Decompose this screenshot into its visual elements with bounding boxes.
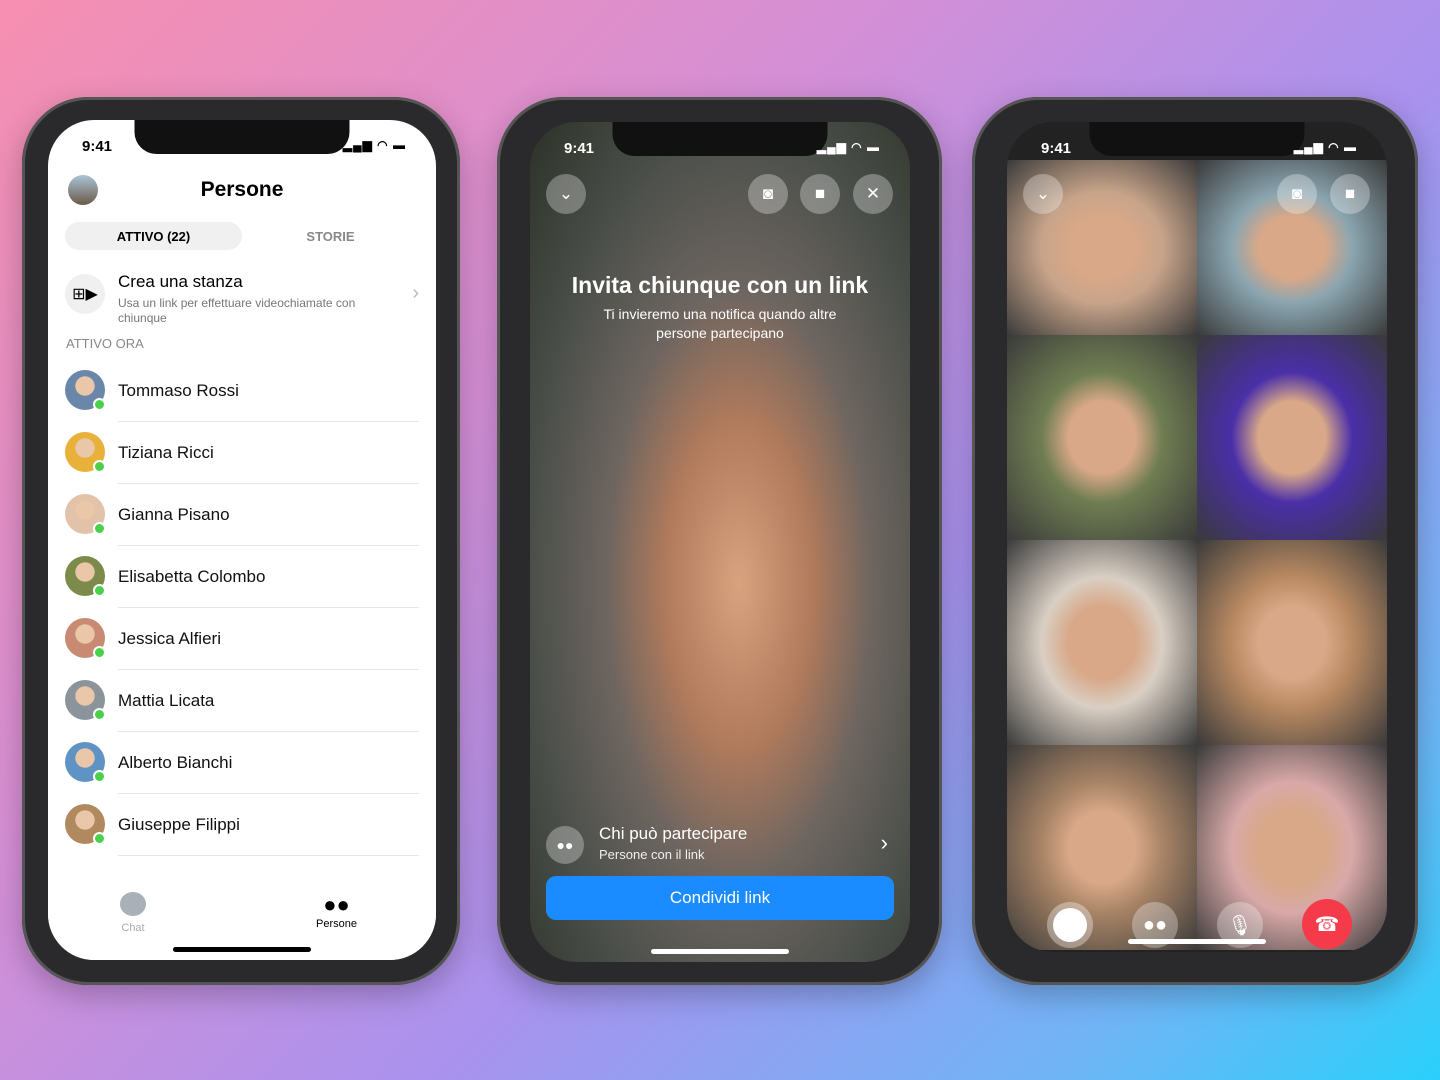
tab-active[interactable]: ATTIVO (22) bbox=[65, 222, 242, 250]
end-call-button[interactable]: ☎ bbox=[1302, 899, 1352, 949]
participant-video-tile[interactable] bbox=[1197, 540, 1387, 745]
tab-bar: Chat ●● Persone bbox=[48, 870, 436, 960]
tab-people-label: Persone bbox=[316, 918, 357, 930]
contact-row[interactable]: Gianna Pisano bbox=[65, 484, 419, 546]
who-can-join-item[interactable]: ●● Chi può partecipare Persone con il li… bbox=[546, 822, 894, 868]
tab-chat-label: Chat bbox=[121, 922, 145, 934]
people-icon: ●● bbox=[323, 892, 350, 917]
room-title: Crea una stanza bbox=[118, 272, 243, 291]
contact-name: Mattia Licata bbox=[118, 691, 215, 710]
phone-people: 9:41 ▂▄▆ ◠ ▬ Persone ATTIVO (22) STORIE … bbox=[22, 97, 460, 985]
collapse-button[interactable]: ⌄ bbox=[1023, 174, 1063, 214]
contact-row[interactable]: Mattia Licata bbox=[65, 670, 419, 732]
online-indicator bbox=[93, 646, 106, 659]
signal-wifi-battery-icon: ▂▄▆ ◠ ▬ bbox=[1293, 140, 1357, 154]
flip-camera-button[interactable]: ◙ bbox=[748, 174, 788, 214]
chevron-right-icon: › bbox=[880, 830, 888, 855]
microphone-icon: 🎙 bbox=[1227, 914, 1253, 937]
who-title: Chi può partecipare bbox=[599, 824, 748, 843]
people-icon: ●● bbox=[546, 826, 584, 864]
phone-hangup-icon: ☎ bbox=[1314, 913, 1340, 936]
contact-row[interactable]: Alberto Bianchi bbox=[65, 732, 419, 794]
tab-stories[interactable]: STORIE bbox=[242, 222, 419, 250]
group-call-screen: 9:41 ▂▄▆ ◠ ▬ ⌄ ◙ ■ ●● 🎙 ☎ bbox=[1007, 122, 1387, 952]
chevron-down-icon: ⌄ bbox=[1035, 184, 1051, 203]
status-time: 9:41 bbox=[564, 140, 595, 157]
home-indicator bbox=[1128, 939, 1266, 944]
contact-row[interactable]: Jessica Alfieri bbox=[65, 608, 419, 670]
share-link-button[interactable]: Condividi link bbox=[546, 876, 894, 920]
page-title: Persone bbox=[200, 178, 284, 201]
flip-camera-button[interactable]: ◙ bbox=[1277, 174, 1317, 214]
contact-name: Giuseppe Filippi bbox=[118, 815, 240, 834]
contact-row[interactable]: Elisabetta Colombo bbox=[65, 546, 419, 608]
chevron-down-icon: ⌄ bbox=[558, 184, 574, 203]
create-room-item[interactable]: ⊞▶ Crea una stanza Usa un link per effet… bbox=[65, 270, 419, 330]
participant-video-tile[interactable] bbox=[1007, 540, 1197, 745]
status-time: 9:41 bbox=[1041, 140, 1072, 157]
shutter-icon bbox=[1053, 908, 1087, 942]
contact-name: Elisabetta Colombo bbox=[118, 567, 266, 586]
people-screen: 9:41 ▂▄▆ ◠ ▬ Persone ATTIVO (22) STORIE … bbox=[48, 120, 436, 960]
invite-text: Invita chiunque con un link Ti invieremo… bbox=[530, 272, 910, 343]
status-bar: 9:41 ▂▄▆ ◠ ▬ bbox=[82, 138, 406, 155]
video-camera-icon: ■ bbox=[814, 184, 826, 203]
participant-video-tile[interactable] bbox=[1007, 335, 1197, 540]
contact-row[interactable]: Giuseppe Filippi bbox=[65, 794, 419, 856]
online-indicator bbox=[93, 584, 106, 597]
people-icon: ●● bbox=[1142, 913, 1168, 936]
online-indicator bbox=[93, 398, 106, 411]
participant-video-tile[interactable] bbox=[1197, 335, 1387, 540]
divider bbox=[118, 855, 419, 856]
contact-name: Tommaso Rossi bbox=[118, 381, 239, 400]
capture-button[interactable] bbox=[1047, 902, 1093, 948]
status-time: 9:41 bbox=[82, 138, 113, 155]
video-camera-icon: ■ bbox=[1344, 184, 1356, 203]
contact-name: Alberto Bianchi bbox=[118, 753, 233, 772]
invite-screen: 9:41 ▂▄▆ ◠ ▬ ⌄ ◙ ■ ✕ Invita chiunque con… bbox=[530, 122, 910, 962]
contact-row[interactable]: Tiziana Ricci bbox=[65, 422, 419, 484]
tab-chat[interactable]: Chat bbox=[120, 892, 146, 934]
contact-row[interactable]: Tommaso Rossi bbox=[65, 360, 419, 422]
signal-wifi-battery-icon: ▂▄▆ ◠ ▬ bbox=[816, 140, 880, 154]
online-indicator bbox=[93, 522, 106, 535]
online-indicator bbox=[93, 708, 106, 721]
tab-people[interactable]: ●● Persone bbox=[316, 892, 357, 930]
section-label: ATTIVO ORA bbox=[66, 336, 144, 351]
phone-invite: 9:41 ▂▄▆ ◠ ▬ ⌄ ◙ ■ ✕ Invita chiunque con… bbox=[497, 97, 942, 985]
close-icon: ✕ bbox=[865, 184, 881, 203]
status-bar: 9:41 ▂▄▆ ◠ ▬ bbox=[1041, 140, 1357, 157]
phone-group-call: 9:41 ▂▄▆ ◠ ▬ ⌄ ◙ ■ ●● 🎙 ☎ bbox=[972, 97, 1418, 985]
video-button[interactable]: ■ bbox=[1330, 174, 1370, 214]
online-indicator bbox=[93, 832, 106, 845]
invite-subheading: Ti invieremo una notifica quando altre p… bbox=[603, 306, 837, 341]
online-indicator bbox=[93, 460, 106, 473]
home-indicator bbox=[173, 947, 311, 952]
collapse-button[interactable]: ⌄ bbox=[546, 174, 586, 214]
contact-name: Gianna Pisano bbox=[118, 505, 230, 524]
camera-flip-icon: ◙ bbox=[762, 184, 774, 203]
contact-name: Tiziana Ricci bbox=[118, 443, 214, 462]
contact-name: Jessica Alfieri bbox=[118, 629, 221, 648]
tabs: ATTIVO (22) STORIE bbox=[65, 222, 419, 250]
status-bar: 9:41 ▂▄▆ ◠ ▬ bbox=[564, 140, 880, 157]
room-desc: Usa un link per effettuare videochiamate… bbox=[118, 296, 356, 325]
invite-heading: Invita chiunque con un link bbox=[571, 272, 869, 298]
signal-wifi-battery-icon: ▂▄▆ ◠ ▬ bbox=[342, 138, 406, 152]
online-indicator bbox=[93, 770, 106, 783]
chevron-right-icon: › bbox=[412, 282, 419, 304]
home-indicator bbox=[651, 949, 789, 954]
video-plus-icon: ⊞▶ bbox=[65, 274, 105, 314]
camera-flip-icon: ◙ bbox=[1291, 184, 1303, 203]
chat-bubble-icon bbox=[120, 892, 146, 916]
video-grid bbox=[1007, 160, 1387, 950]
close-button[interactable]: ✕ bbox=[853, 174, 893, 214]
video-button[interactable]: ■ bbox=[800, 174, 840, 214]
who-desc: Persone con il link bbox=[599, 847, 705, 862]
